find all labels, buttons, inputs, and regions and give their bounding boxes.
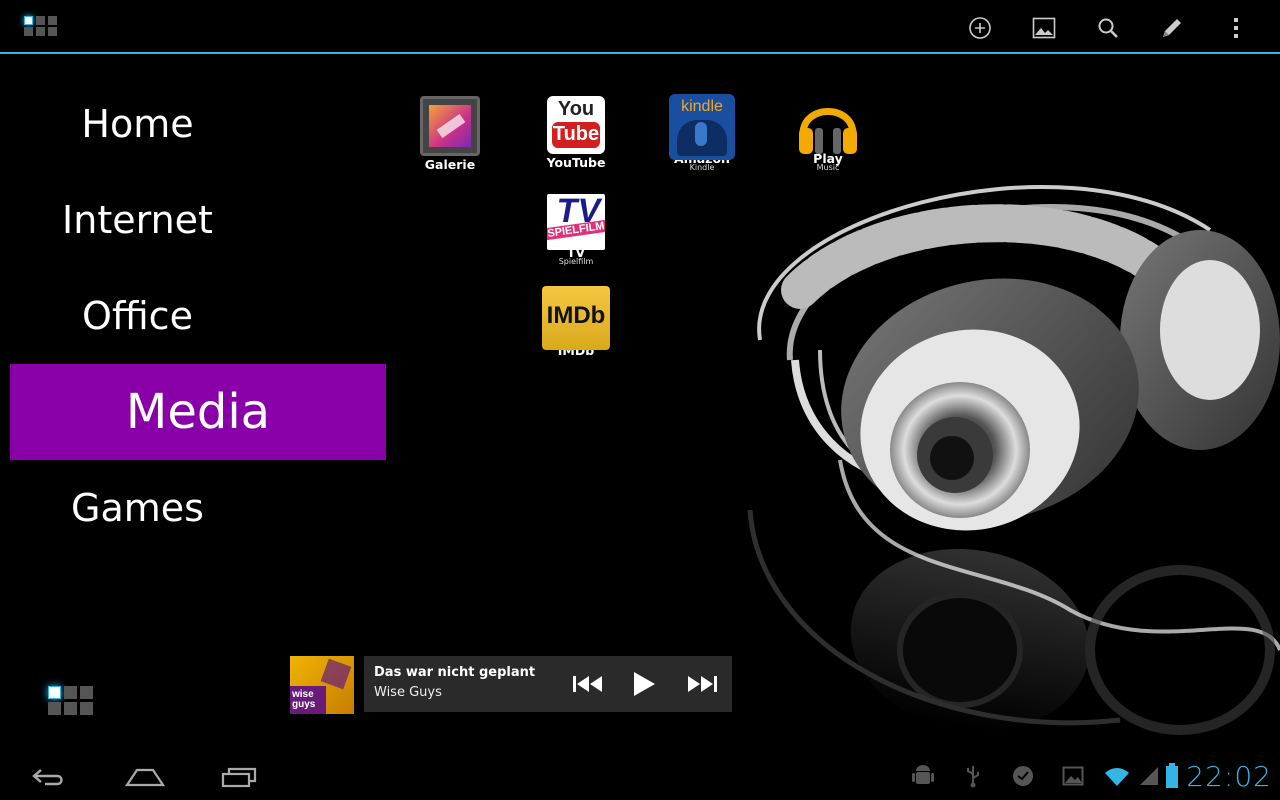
app-sublabel: Kindle [689, 163, 715, 172]
nav-item-office[interactable]: Office [10, 268, 265, 364]
home-icon [125, 768, 165, 787]
overflow-menu-icon [1234, 18, 1238, 38]
kindle-icon-text: kindle [681, 98, 723, 115]
music-player-widget: wise guys Das war nicht geplant Wise Guy… [290, 656, 732, 714]
nav-item-label: Internet [62, 198, 213, 242]
nav-item-label: Office [82, 294, 193, 338]
usb-icon [948, 752, 998, 800]
track-artist: Wise Guys [374, 685, 442, 700]
category-nav: Home Internet Office Media Games [10, 76, 386, 556]
app-tv-spielfilm[interactable]: TV SPIELFILM TV Spielfilm [526, 194, 626, 266]
play-icon [634, 672, 655, 696]
status-area[interactable]: 22:02 [898, 752, 1280, 800]
nav-item-label: Media [125, 384, 271, 440]
player-controls-panel: Das war nicht geplant Wise Guys [364, 656, 732, 712]
app-sublabel: Music [816, 163, 840, 172]
add-button[interactable] [948, 8, 1012, 48]
nav-item-label: Home [81, 102, 194, 146]
previous-icon [573, 676, 602, 692]
search-button[interactable] [1076, 8, 1140, 48]
recent-apps-button[interactable] [204, 758, 274, 796]
wallpaper-icon [1032, 17, 1056, 39]
app-imdb[interactable]: IMDb IMDb [526, 286, 626, 358]
wifi-icon [1098, 752, 1136, 800]
next-icon [688, 676, 717, 692]
play-button[interactable] [624, 666, 664, 702]
android-debug-icon [898, 752, 948, 800]
app-label: YouTube [546, 155, 606, 170]
nav-item-media[interactable]: Media [10, 364, 386, 460]
album-art[interactable]: wise guys [290, 656, 354, 714]
chat-icon [998, 752, 1048, 800]
tv-spielfilm-icon: TV SPIELFILM [547, 194, 605, 250]
imdb-icon: IMDb [542, 286, 610, 350]
play-music-icon [795, 94, 861, 160]
home-button[interactable] [110, 758, 180, 796]
app-play-music[interactable]: Play Music [778, 94, 878, 172]
add-circle-icon [969, 17, 991, 39]
youtube-icon: You Tube [547, 96, 605, 154]
youtube-icon-text-bottom: Tube [552, 123, 600, 145]
recent-apps-icon [221, 767, 257, 788]
wallpaper-button[interactable] [1012, 8, 1076, 48]
edit-button[interactable] [1140, 8, 1204, 48]
app-label: Galerie [424, 157, 476, 172]
previous-button[interactable] [568, 666, 608, 702]
imdb-icon-text: IMDb [546, 302, 606, 329]
next-button[interactable] [682, 666, 722, 702]
app-amazon-kindle[interactable]: kindle Amazon Kindle [652, 94, 752, 172]
screen-switcher-bottom-icon[interactable] [44, 684, 100, 720]
back-button[interactable] [14, 758, 84, 796]
youtube-icon-text-top: You [557, 98, 595, 120]
track-title: Das war nicht geplant [374, 665, 536, 680]
nav-item-internet[interactable]: Internet [10, 172, 265, 268]
battery-icon [1162, 752, 1182, 800]
app-sublabel: Spielfilm [558, 257, 594, 266]
back-icon [32, 769, 63, 786]
overflow-menu-button[interactable] [1204, 8, 1268, 48]
app-galerie[interactable]: Galerie [400, 96, 500, 172]
app-grid: Galerie You Tube YouTube kindle Amazon K… [400, 92, 960, 372]
action-bar [0, 0, 1280, 54]
gallery-icon [420, 96, 480, 156]
kindle-icon: kindle [669, 94, 735, 160]
screen-switcher-icon[interactable] [20, 14, 60, 40]
edit-pencil-icon [1163, 19, 1181, 37]
search-icon [1098, 18, 1118, 38]
screenshot-icon [1048, 752, 1098, 800]
nav-item-label: Games [71, 486, 204, 530]
app-youtube[interactable]: You Tube YouTube [526, 96, 626, 170]
nav-item-games[interactable]: Games [10, 460, 265, 556]
status-clock: 22:02 [1186, 759, 1272, 793]
album-art-text: wise guys [292, 689, 316, 710]
system-bar: 22:02 [0, 752, 1280, 800]
nav-item-home[interactable]: Home [10, 76, 265, 172]
signal-icon [1136, 752, 1162, 800]
action-buttons [948, 8, 1268, 48]
